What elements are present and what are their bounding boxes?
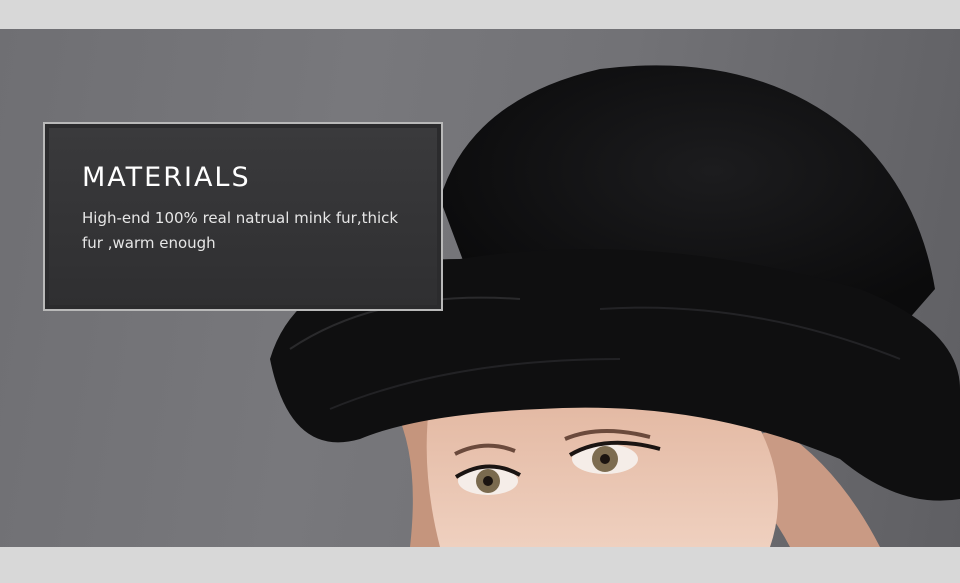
materials-card: MATERIALS High-end 100% real natrual min… [43, 122, 443, 311]
product-banner: MATERIALS High-end 100% real natrual min… [0, 0, 960, 583]
materials-card-panel: MATERIALS High-end 100% real natrual min… [49, 128, 437, 305]
materials-description: High-end 100% real natrual mink fur,thic… [82, 209, 399, 252]
materials-title: MATERIALS [82, 162, 251, 193]
